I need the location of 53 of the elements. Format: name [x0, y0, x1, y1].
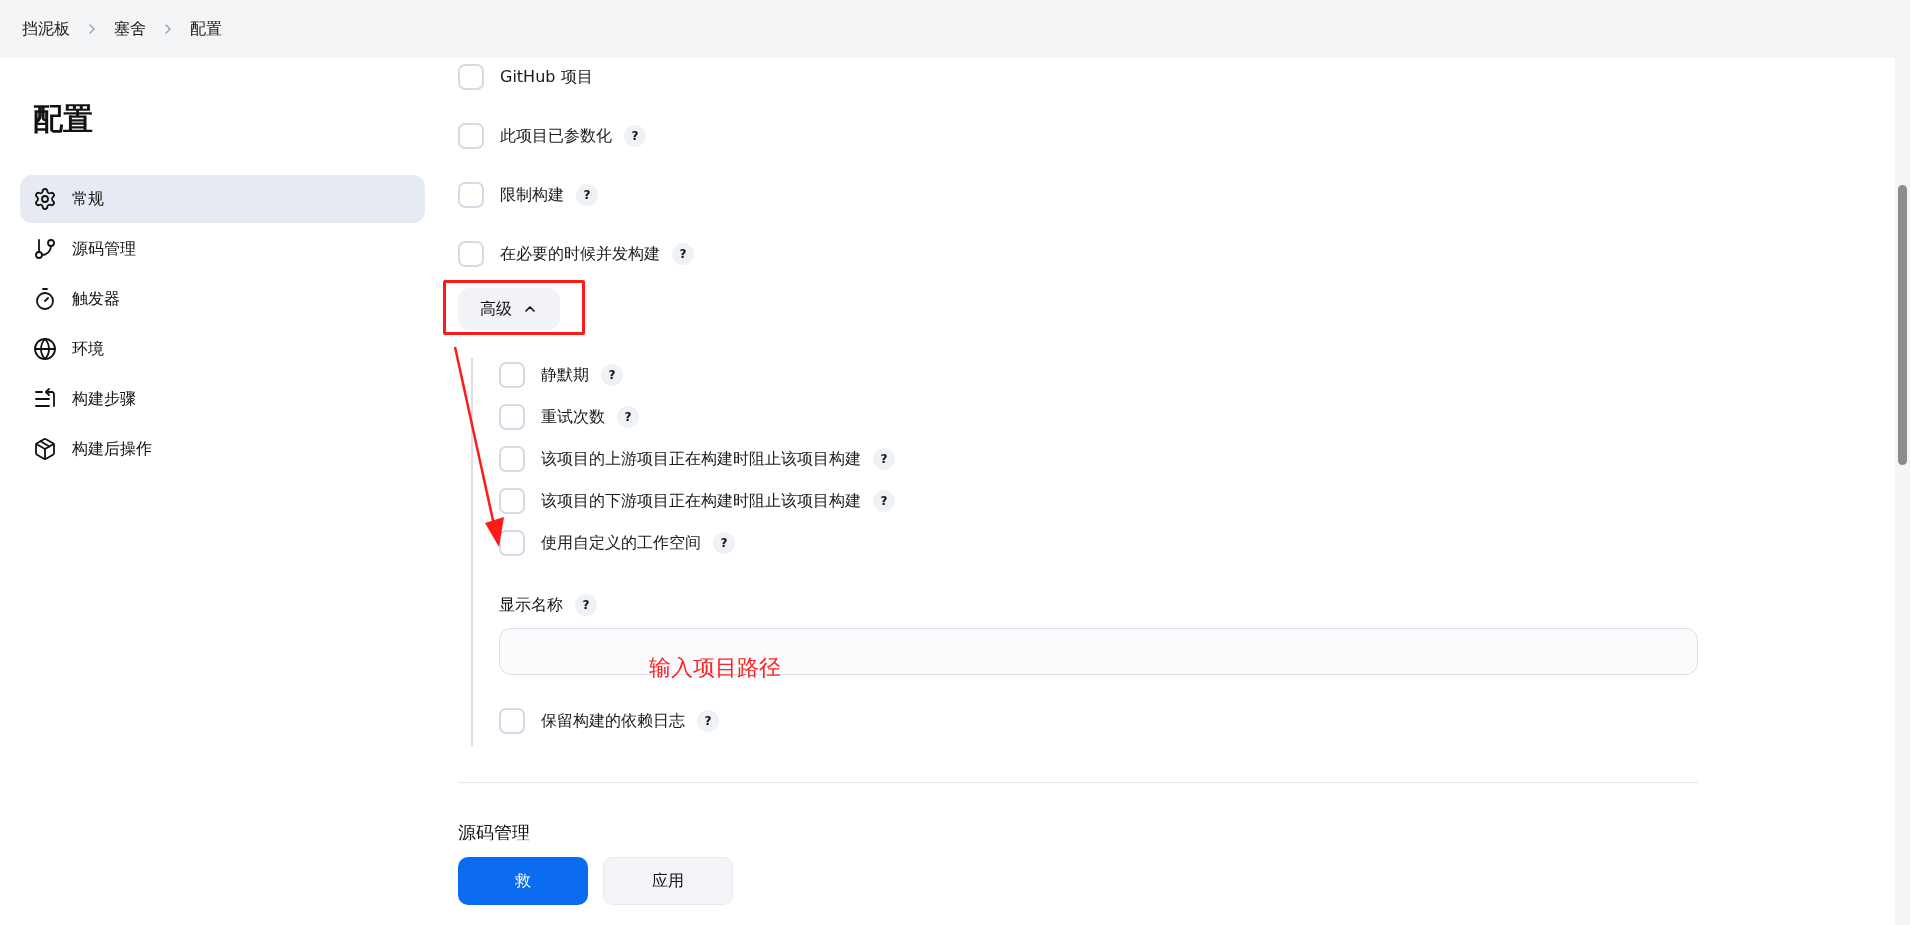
sidebar-item[interactable]: 触发器 [20, 275, 425, 323]
option-label: 重试次数 [541, 406, 605, 428]
save-button[interactable]: 救 [458, 857, 588, 905]
section-title: 源码管理 [458, 821, 531, 845]
sidebar-item[interactable]: 构建步骤 [20, 375, 425, 423]
option-label: GitHub 项目 [500, 66, 593, 88]
annotation-text: 输入项目路径 [649, 654, 781, 682]
help-badge[interactable]: ? [672, 243, 694, 265]
breadcrumb-link[interactable]: 塞舍 [114, 17, 146, 41]
sidebar-item[interactable]: 构建后操作 [20, 425, 425, 473]
option-label: 此项目已参数化 [500, 125, 612, 147]
option-label: 保留构建的依赖日志 [541, 710, 685, 732]
checkbox[interactable] [499, 530, 525, 556]
settings-icon [33, 187, 57, 211]
advanced-button[interactable]: 高级 [458, 288, 560, 330]
help-badge[interactable]: ? [576, 184, 598, 206]
branch-icon [33, 237, 57, 261]
help-badge[interactable]: ? [713, 532, 735, 554]
timer-icon [33, 287, 57, 311]
option-label: 使用自定义的工作空间 [541, 532, 701, 554]
help-badge[interactable]: ? [873, 490, 895, 512]
option-label: 该项目的上游项目正在构建时阻止该项目构建 [541, 448, 861, 470]
sidebar-item[interactable]: 源码管理 [20, 225, 425, 273]
scrollbar[interactable] [1895, 0, 1910, 925]
apply-button[interactable]: 应用 [603, 857, 733, 905]
help-badge[interactable]: ? [617, 406, 639, 428]
help-badge[interactable]: ? [873, 448, 895, 470]
page-title: 配置 [33, 100, 94, 138]
breadcrumb-link[interactable]: 配置 [190, 17, 222, 41]
checkbox[interactable] [458, 182, 484, 208]
checkbox[interactable] [499, 488, 525, 514]
checkbox[interactable] [458, 241, 484, 267]
checkbox[interactable] [458, 123, 484, 149]
option-label: 限制构建 [500, 184, 564, 206]
breadcrumb-link[interactable]: 挡泥板 [22, 17, 70, 41]
option-label: 该项目的下游项目正在构建时阻止该项目构建 [541, 490, 861, 512]
checkbox[interactable] [499, 446, 525, 472]
checkbox[interactable] [499, 708, 525, 734]
checkbox[interactable] [499, 404, 525, 430]
globe-icon [33, 337, 57, 361]
sidebar-item[interactable]: 常规 [20, 175, 425, 223]
help-badge[interactable]: ? [575, 594, 597, 616]
field-label: 显示名称 [499, 594, 563, 616]
help-badge[interactable]: ? [601, 364, 623, 386]
checkbox[interactable] [458, 64, 484, 90]
option-label: 在必要的时候并发构建 [500, 243, 660, 265]
option-label: 静默期 [541, 364, 589, 386]
help-badge[interactable]: ? [624, 125, 646, 147]
package-icon [33, 437, 57, 461]
sidebar-item[interactable]: 环境 [20, 325, 425, 373]
checkbox[interactable] [499, 362, 525, 388]
help-badge[interactable]: ? [697, 710, 719, 732]
scrollbar-thumb[interactable] [1898, 185, 1907, 465]
